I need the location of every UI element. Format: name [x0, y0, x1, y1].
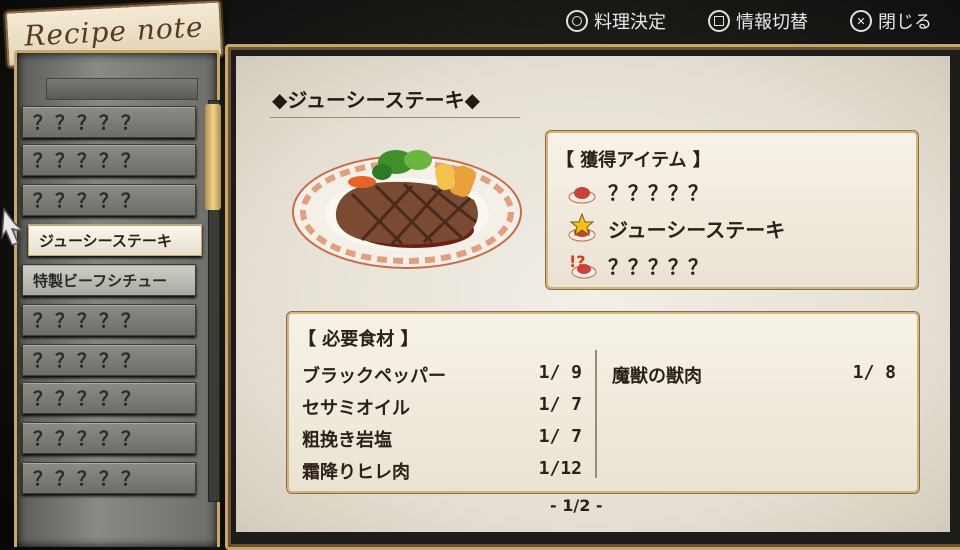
square-button-icon	[708, 10, 730, 32]
recipe-list-item[interactable]: ？？？？？	[22, 106, 196, 138]
page-indicator: - 1/2 -	[550, 496, 603, 515]
acquired-item-label: ？？？？？	[608, 180, 708, 205]
acquired-item-label: ジューシーステーキ	[608, 217, 786, 242]
ingredient-name: セサミオイル	[302, 398, 410, 419]
acquired-item: ジューシーステーキ	[566, 212, 785, 244]
close-button[interactable]: ✕ 閉じる	[850, 8, 932, 34]
recipe-list-item[interactable]: ？？？？？	[22, 144, 196, 176]
toggle-info-button[interactable]: 情報切替	[708, 8, 808, 34]
acquired-item: ？？？？？	[566, 175, 708, 207]
star-dish-icon	[568, 212, 596, 242]
cross-button-icon: ✕	[850, 10, 872, 32]
surprise-dish-icon: !?	[569, 252, 597, 279]
recipe-list-item[interactable]: ？？？？？	[22, 422, 196, 454]
steak-dish-image	[292, 150, 522, 269]
recipe-list-item[interactable]: 特製ビーフシチュー	[22, 264, 196, 296]
title-divider	[270, 117, 520, 118]
dish-icon	[568, 187, 596, 204]
acquired-items-header: 【 獲得アイテム 】	[556, 150, 711, 171]
ingredient-count: 1/12	[538, 458, 582, 479]
recipe-list-item[interactable]: ？？？？？	[22, 344, 196, 376]
required-ingredients-header: 【 必要食材 】	[298, 329, 419, 350]
ingredient-count: 1/ 7	[538, 394, 582, 415]
button-prompts: 料理決定 情報切替 ✕ 閉じる	[566, 8, 932, 34]
ingredients-column-divider	[595, 350, 597, 478]
ingredient-name: 魔獣の獣肉	[612, 366, 702, 387]
ingredient-name: 粗挽き岩塩	[302, 430, 392, 451]
recipe-list-item[interactable]: ？？？？？	[22, 462, 196, 494]
list-header-bar	[46, 78, 198, 100]
selection-cursor-icon	[1, 206, 25, 246]
acquired-item: !? ？？？？？	[566, 249, 708, 281]
confirm-cook-button[interactable]: 料理決定	[566, 8, 666, 34]
acquired-item-label: ？？？？？	[608, 254, 708, 279]
recipe-list-item-selected[interactable]: ジューシーステーキ	[28, 224, 202, 256]
recipe-title: ◆ジューシーステーキ◆	[272, 88, 480, 112]
scrollbar-thumb[interactable]	[205, 104, 221, 210]
toggle-info-label: 情報切替	[736, 12, 808, 33]
ingredient-name: 霜降りヒレ肉	[302, 462, 410, 483]
recipe-list-item[interactable]: ？？？？？	[22, 382, 196, 414]
svg-text:!?: !?	[569, 252, 586, 271]
confirm-cook-label: 料理決定	[594, 12, 666, 33]
ingredient-name: ブラックペッパー	[302, 366, 446, 387]
ingredient-count: 1/ 9	[538, 362, 582, 383]
ingredient-count: 1/ 7	[538, 426, 582, 447]
ingredient-count: 1/ 8	[852, 362, 896, 383]
close-label: 閉じる	[878, 12, 932, 33]
recipe-list-item[interactable]: ？？？？？	[22, 304, 196, 336]
circle-button-icon	[566, 10, 588, 32]
recipe-list-item[interactable]: ？？？？？	[22, 184, 196, 216]
